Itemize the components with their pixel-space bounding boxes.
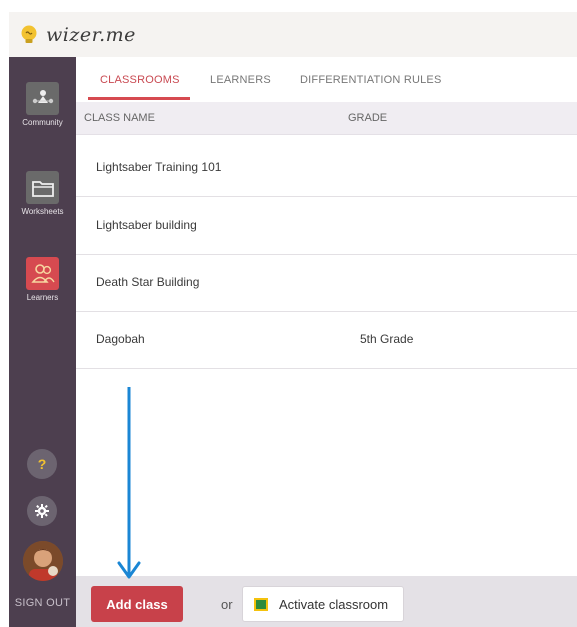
class-name-cell: Dagobah: [96, 332, 145, 346]
sidebar: Community Worksheets Learners ? SIGN OUT: [9, 57, 76, 627]
activate-classroom-label: Activate classroom: [279, 596, 389, 612]
settings-button[interactable]: [27, 496, 57, 526]
tab-differentiation-rules[interactable]: DIFFERENTIATION RULES: [300, 74, 442, 86]
table-row[interactable]: Death Star Building: [76, 255, 577, 312]
tab-learners[interactable]: LEARNERS: [210, 74, 271, 86]
class-name-cell: Death Star Building: [96, 275, 200, 289]
table-header: CLASS NAME GRADE: [76, 102, 577, 135]
sidebar-item-community[interactable]: Community: [9, 82, 76, 127]
column-header-grade: GRADE: [348, 112, 388, 124]
table-row[interactable]: Lightsaber building: [76, 198, 577, 255]
community-icon: [26, 82, 59, 115]
brand-logo[interactable]: wizer.me: [46, 24, 136, 46]
or-separator: or: [221, 597, 233, 612]
sidebar-item-label: Community: [22, 118, 63, 127]
tab-bar: CLASSROOMS LEARNERS DIFFERENTIATION RULE…: [76, 57, 577, 102]
folder-icon: [26, 171, 59, 204]
help-button[interactable]: ?: [27, 449, 57, 479]
question-mark-icon: ?: [37, 456, 47, 472]
sidebar-item-worksheets[interactable]: Worksheets: [9, 171, 76, 216]
active-tab-indicator: [88, 97, 190, 100]
grade-cell: 5th Grade: [360, 332, 414, 346]
column-header-class-name: CLASS NAME: [84, 112, 155, 124]
google-classroom-icon: [254, 597, 268, 611]
main-content: CLASSROOMS LEARNERS DIFFERENTIATION RULE…: [76, 57, 577, 627]
class-name-cell: Lightsaber Training 101: [96, 160, 222, 174]
tab-classrooms[interactable]: CLASSROOMS: [100, 74, 180, 86]
top-bar: wizer.me: [9, 12, 577, 57]
lightbulb-logo-icon: [18, 24, 40, 46]
user-avatar[interactable]: [23, 541, 63, 581]
sidebar-item-label: Worksheets: [21, 207, 64, 216]
table-row[interactable]: Dagobah 5th Grade: [76, 312, 577, 369]
bottom-action-bar: Add class or Activate classroom: [76, 576, 577, 627]
add-class-button[interactable]: Add class: [91, 586, 183, 622]
sign-out-link[interactable]: SIGN OUT: [9, 597, 76, 609]
sidebar-item-label: Learners: [26, 293, 59, 302]
sidebar-item-learners[interactable]: Learners: [9, 257, 76, 302]
gear-icon: [35, 504, 49, 518]
activate-classroom-button[interactable]: Activate classroom: [242, 586, 404, 622]
class-name-cell: Lightsaber building: [96, 218, 197, 232]
table-row[interactable]: Lightsaber Training 101: [76, 140, 577, 197]
learners-icon: [26, 257, 59, 290]
